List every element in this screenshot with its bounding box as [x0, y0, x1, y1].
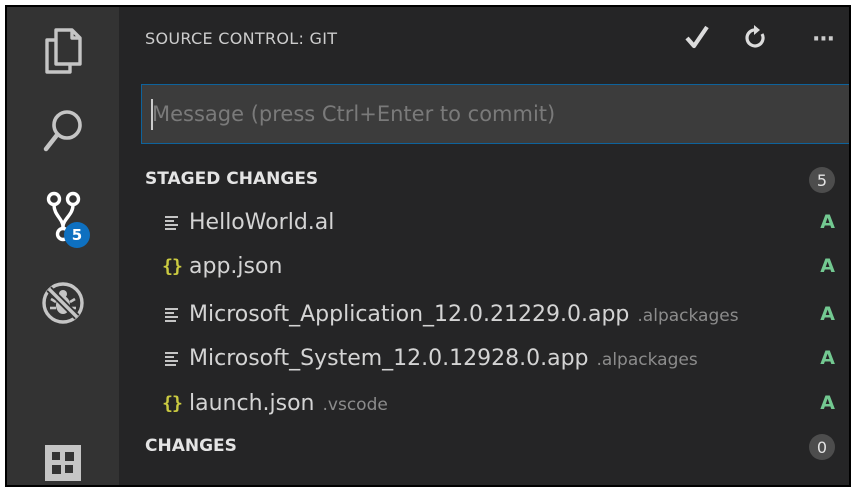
text-file-icon	[161, 306, 183, 322]
file-status-added: A	[820, 211, 835, 233]
file-name: Microsoft_System_12.0.12928.0.app .alpack…	[189, 345, 698, 371]
search-icon	[41, 107, 85, 155]
files-icon	[42, 27, 84, 75]
changes-header[interactable]: CHANGES	[145, 436, 237, 456]
file-directory: .vscode	[322, 394, 388, 415]
text-caret	[151, 99, 153, 130]
staged-file-row[interactable]: {} app.json A	[119, 244, 849, 288]
commit-message-input[interactable]	[142, 85, 849, 143]
debug-icon	[39, 279, 87, 327]
more-actions-button[interactable]: ···	[803, 21, 843, 57]
file-status-added: A	[820, 255, 835, 277]
extensions-icon	[41, 441, 85, 485]
staged-file-row[interactable]: Microsoft_Application_12.0.21229.0.app .a…	[119, 292, 849, 336]
staged-file-row[interactable]: {} launch.json .vscode A	[119, 381, 849, 425]
source-control-badge: 5	[64, 222, 90, 248]
file-directory: .alpackages	[637, 305, 739, 326]
source-control-button[interactable]: 5	[7, 177, 119, 257]
file-status-added: A	[820, 392, 835, 414]
debug-button[interactable]	[7, 263, 119, 343]
panel-title: SOURCE CONTROL: GIT	[145, 29, 338, 48]
file-status-added: A	[820, 347, 835, 369]
text-file-icon	[161, 350, 183, 366]
json-icon: {}	[162, 255, 183, 277]
file-directory: .alpackages	[596, 349, 698, 370]
explorer-button[interactable]	[7, 11, 119, 91]
file-name: HelloWorld.al	[189, 209, 335, 235]
extensions-button[interactable]	[7, 423, 119, 485]
file-name: launch.json .vscode	[189, 390, 388, 416]
refresh-button[interactable]	[735, 21, 775, 57]
changes-count-badge: 0	[809, 434, 835, 460]
text-file-icon	[161, 214, 183, 230]
activity-bar: 5	[7, 7, 119, 485]
commit-button[interactable]	[677, 21, 717, 57]
more-icon: ···	[811, 26, 835, 52]
commit-check-icon	[684, 24, 710, 54]
refresh-icon	[743, 24, 767, 54]
staged-changes-header[interactable]: STAGED CHANGES	[145, 169, 318, 189]
json-icon: {}	[162, 392, 183, 414]
file-name: app.json	[189, 253, 283, 279]
file-status-added: A	[820, 303, 835, 325]
staged-file-row[interactable]: HelloWorld.al A	[119, 200, 849, 244]
file-name: Microsoft_Application_12.0.21229.0.app .a…	[189, 301, 739, 327]
search-button[interactable]	[7, 91, 119, 171]
staged-count-badge: 5	[809, 167, 835, 193]
commit-message-box	[141, 84, 849, 144]
source-control-panel: SOURCE CONTROL: GIT ··· STAGED	[119, 7, 849, 485]
source-control-window: 5 SOURCE CONTROL: GIT ··· Message (press…	[5, 5, 851, 487]
staged-file-row[interactable]: Microsoft_System_12.0.12928.0.app .alpack…	[119, 336, 849, 380]
